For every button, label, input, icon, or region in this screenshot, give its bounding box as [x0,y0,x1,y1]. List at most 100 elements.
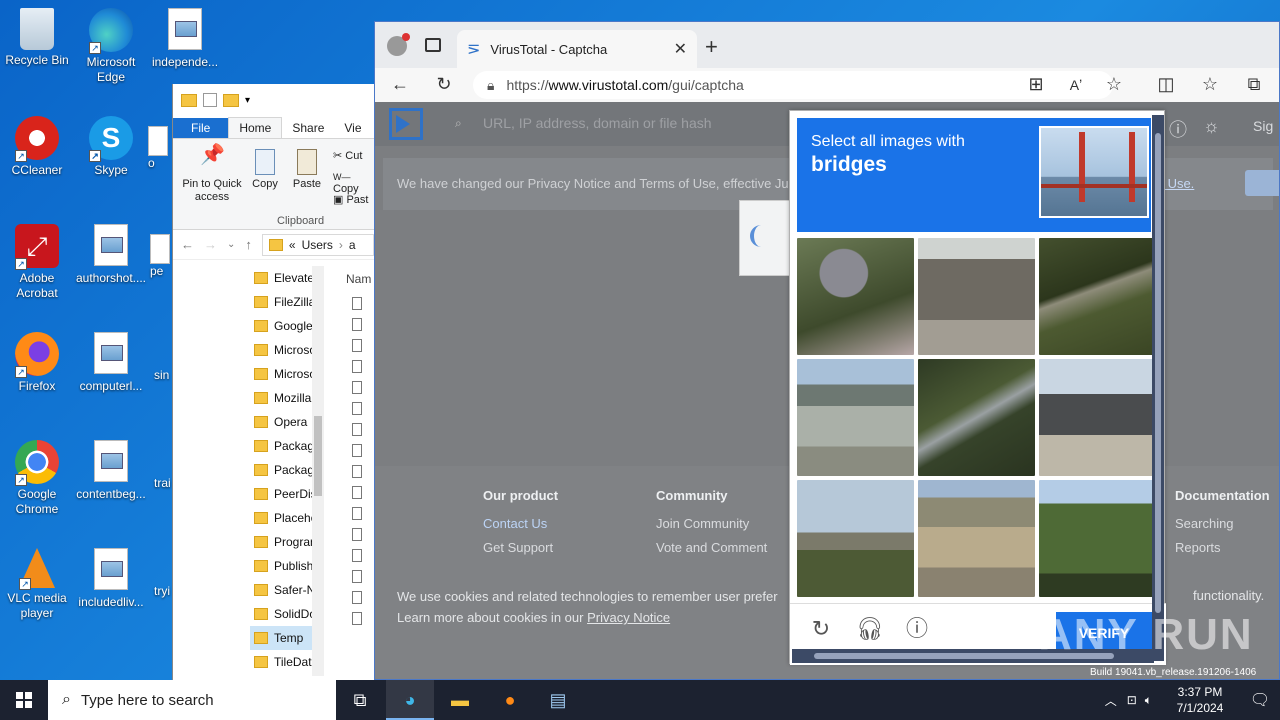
desktop-icon-partial[interactable]: tryi [154,584,174,599]
tab-actions-icon[interactable] [425,38,441,52]
desktop-icon-vlc[interactable]: ↗ VLC media player [0,548,74,621]
nav-item-folder[interactable]: TileData [250,650,312,674]
up-arrow-icon[interactable]: ↑ [245,237,252,252]
nav-item-folder[interactable]: Elevate [250,266,312,290]
footer-link-searching[interactable]: Searching [1175,512,1270,536]
captcha-tile-1[interactable] [797,238,914,355]
speaker-icon[interactable]: 🔈︎ [1145,693,1152,708]
chevron-down-icon[interactable]: ⌄ [227,239,235,250]
desktop-icon-edge[interactable]: ↗ Microsoft Edge [74,8,148,85]
copy-button[interactable]: Copy [247,149,283,191]
properties-icon[interactable] [203,93,217,107]
cut-button[interactable]: ✂ Cut [333,149,362,162]
notifications-icon[interactable]: 🗨︎ [1240,690,1280,710]
column-header-name[interactable]: Nam [346,272,376,292]
desktop-icon-partial[interactable]: pe [150,234,174,279]
file-item[interactable] [346,339,376,352]
nav-item-folder[interactable]: PeerDis [250,482,312,506]
back-arrow-icon[interactable]: ← [181,237,194,252]
apps-icon[interactable]: ⊞ [1025,74,1047,95]
paste-shortcut-button[interactable]: ▣ Past [333,193,368,206]
file-item[interactable] [346,507,376,520]
captcha-tile-6[interactable] [1039,359,1156,476]
desktop-icon-file[interactable]: computerl... [74,332,148,394]
desktop-icon-file[interactable]: contentbeg... [74,440,148,502]
captcha-tile-9[interactable] [1039,480,1156,597]
favorites-icon[interactable]: ☆ [1199,74,1221,95]
captcha-tile-3[interactable] [1039,238,1156,355]
captcha-tile-4[interactable] [797,359,914,476]
desktop-icon-file[interactable]: independe... [148,8,222,70]
clock[interactable]: 3:37 PM 7/1/2024 [1160,684,1240,716]
file-item[interactable] [346,465,376,478]
desktop-icon-firefox[interactable]: ↗ Firefox [0,332,74,394]
start-button[interactable] [0,680,48,720]
split-screen-icon[interactable]: ◫ [1155,74,1177,95]
file-item[interactable] [346,570,376,583]
taskbar-edge-icon[interactable]: ◕ [386,680,434,720]
nav-item-folder[interactable]: Progran [250,530,312,554]
back-arrow-icon[interactable]: ← [389,74,411,95]
file-item[interactable] [346,297,376,310]
read-aloud-icon[interactable]: Aʼ [1065,77,1087,93]
desktop-icon-skype[interactable]: S ↗ Skype [74,116,148,178]
address-bar[interactable]: « Users › a [261,233,374,256]
navigation-pane-scrollbar[interactable] [312,266,324,676]
paste-button[interactable]: Paste [289,149,325,191]
nav-item-folder[interactable]: Google [250,314,312,338]
tab-share[interactable]: Share [282,118,334,138]
nav-item-folder[interactable]: Placeho [250,506,312,530]
footer-link-vote-comment[interactable]: Vote and Comment [656,536,767,560]
desktop-icon-partial[interactable]: sin [154,368,174,383]
close-tab-icon[interactable]: ✕ [674,39,687,59]
new-tab-button[interactable]: + [705,34,718,60]
help-icon[interactable]: ⓘ [1169,116,1187,142]
nav-item-folder[interactable]: SolidDo [250,602,312,626]
favorite-star-icon[interactable]: ☆ [1103,74,1125,95]
scrollbar-thumb[interactable] [314,416,322,496]
task-view-icon[interactable]: ⧉ [336,680,384,720]
file-item[interactable] [346,423,376,436]
nav-item-folder[interactable]: Temp [250,626,312,650]
refresh-icon[interactable]: ↻ [433,74,455,95]
info-icon[interactable]: ⓘ [904,616,930,642]
footer-link-contact-us[interactable]: Contact Us [483,512,558,536]
chevron-down-icon[interactable]: ▾ [245,95,250,106]
file-item[interactable] [346,549,376,562]
nav-item-folder[interactable]: Microso [250,362,312,386]
network-icon[interactable]: ⊡ [1127,693,1137,707]
nav-item-folder[interactable]: Mozilla [250,386,312,410]
footer-link-join-community[interactable]: Join Community [656,512,767,536]
audio-headphones-icon[interactable]: 🎧︎ [856,616,884,642]
taskbar-file-explorer-icon[interactable]: ▬ [436,680,484,720]
desktop-icon-chrome[interactable]: ↗ Google Chrome [0,440,74,517]
copy-path-button[interactable]: W— Copy [333,171,374,195]
vt-search-input[interactable]: URL, IP address, domain or file hash [483,115,712,131]
file-item[interactable] [346,402,376,415]
taskbar-app-icon[interactable]: ▤ [534,680,582,720]
new-folder-icon[interactable] [223,93,239,107]
desktop-icon-recycle-bin[interactable]: Recycle Bin [0,8,74,68]
file-item[interactable] [346,444,376,457]
refresh-icon[interactable]: ↻ [808,616,834,642]
tab-home[interactable]: Home [228,117,283,138]
privacy-notice-link[interactable]: Privacy Notice [587,610,670,625]
scrollbar-thumb[interactable] [1155,133,1161,613]
file-item[interactable] [346,612,376,625]
chevron-up-icon[interactable]: ︿ [1105,692,1117,709]
accept-button[interactable] [1245,170,1279,196]
tab-view[interactable]: Vie [334,118,371,138]
collections-icon[interactable]: ⧉ [1243,74,1265,95]
taskbar-firefox-icon[interactable]: ● [486,680,534,720]
tab-file[interactable]: File [173,118,229,138]
captcha-vertical-scrollbar[interactable] [1152,115,1164,661]
file-item[interactable] [346,381,376,394]
nav-item-folder[interactable]: Publish [250,554,312,578]
file-item[interactable] [346,318,376,331]
profile-avatar-icon[interactable] [387,33,410,56]
desktop-icon-file[interactable]: includedliv... [74,548,148,610]
desktop-icon-ccleaner[interactable]: ↗ CCleaner [0,116,74,178]
desktop-icon-partial[interactable]: o [148,126,174,171]
captcha-tile-8[interactable] [918,480,1035,597]
file-item[interactable] [346,591,376,604]
